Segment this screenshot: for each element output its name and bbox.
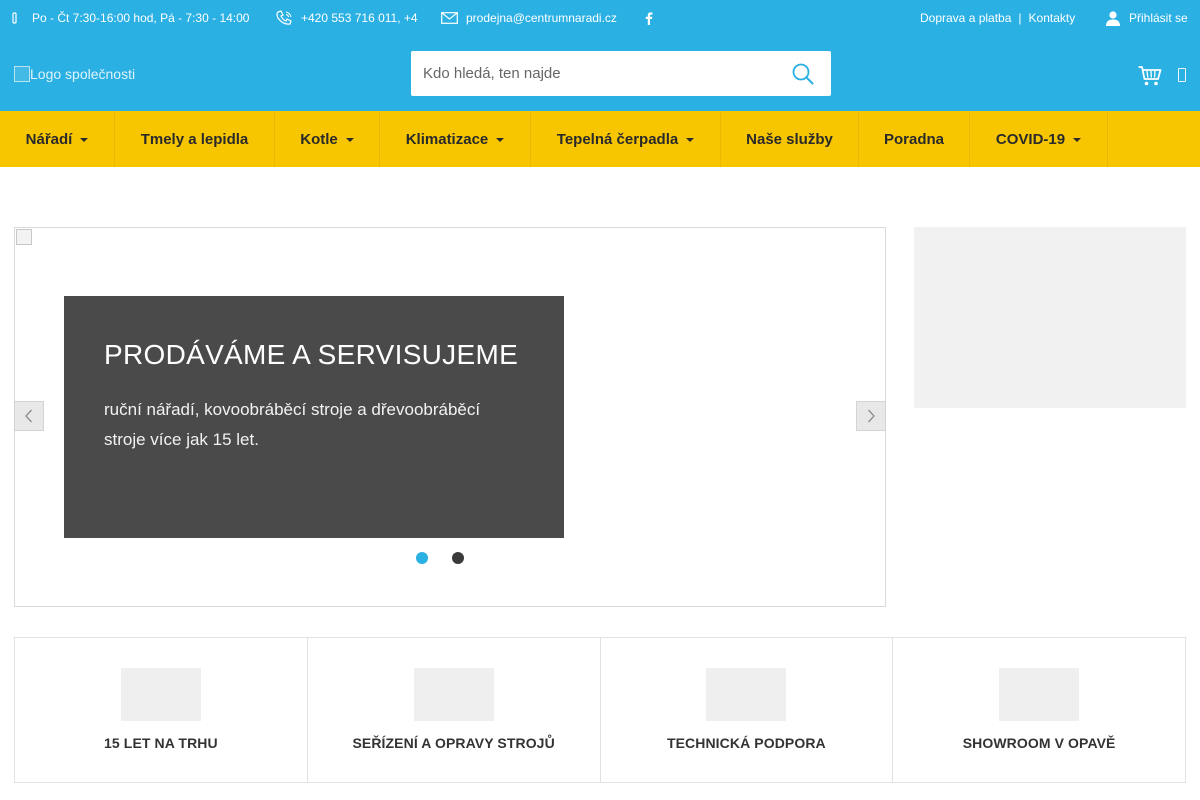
nav-item-covid[interactable]: COVID-19 bbox=[970, 111, 1108, 167]
slider-prev-button[interactable] bbox=[14, 401, 44, 431]
feature-image bbox=[706, 668, 787, 721]
phone-icon bbox=[276, 10, 292, 25]
side-banner[interactable] bbox=[914, 227, 1186, 408]
top-links-separator: | bbox=[1018, 11, 1022, 25]
main-navigation: Nářadí Tmely a lepidla Kotle Klimatizace… bbox=[0, 111, 1200, 167]
top-links: Doprava a platba | Kontakty bbox=[920, 0, 1075, 36]
login-link[interactable]: Přihlásit se bbox=[1105, 0, 1188, 36]
nav-item-label[interactable]: Tepelná čerpadla bbox=[557, 131, 678, 148]
search-icon[interactable] bbox=[791, 62, 815, 86]
header: Logo společnosti bbox=[0, 36, 1200, 111]
broken-image-icon bbox=[16, 229, 32, 245]
nav-item-label[interactable]: Tmely a lepidla bbox=[141, 131, 249, 148]
user-icon bbox=[1106, 11, 1120, 26]
slider-dot-2[interactable] bbox=[452, 552, 464, 564]
cart-icon[interactable] bbox=[1138, 65, 1162, 87]
nav-item-label[interactable]: Poradna bbox=[884, 131, 944, 148]
nav-item-label[interactable]: Klimatizace bbox=[406, 131, 489, 148]
slider-dot-1[interactable] bbox=[416, 552, 428, 564]
slider-dots bbox=[416, 552, 464, 564]
features-strip: 15 let na trhu Seřízení a opravy strojů … bbox=[14, 637, 1186, 783]
slider-next-button[interactable] bbox=[856, 401, 886, 431]
nav-item-label[interactable]: Naše služby bbox=[746, 131, 833, 148]
nav-item-label[interactable]: Kotle bbox=[300, 131, 338, 148]
nav-item-nase-sluzby[interactable]: Naše služby bbox=[721, 111, 859, 167]
chevron-down-icon bbox=[80, 138, 89, 142]
slide-caption: PRODÁVÁME A SERVISUJEME ruční nářadí, ko… bbox=[64, 296, 564, 538]
chevron-down-icon bbox=[1073, 138, 1082, 142]
search-box bbox=[411, 51, 831, 96]
nav-item-poradna[interactable]: Poradna bbox=[859, 111, 970, 167]
nav-item-tmely[interactable]: Tmely a lepidla bbox=[115, 111, 275, 167]
top-bar: Po - Čt 7:30-16:00 hod, Pá - 7:30 - 14:0… bbox=[0, 0, 1200, 36]
feature-item: Technická podpora bbox=[601, 638, 894, 782]
facebook-link[interactable] bbox=[645, 0, 653, 36]
chevron-down-icon bbox=[686, 138, 695, 142]
nav-item-klimatizace[interactable]: Klimatizace bbox=[380, 111, 531, 167]
chevron-right-icon bbox=[868, 409, 875, 423]
search-input[interactable] bbox=[411, 52, 751, 95]
slide-text: ruční nářadí, kovoobráběcí stroje a dřev… bbox=[104, 400, 481, 449]
feature-item: Showroom v Opavě bbox=[893, 638, 1185, 782]
chevron-down-icon bbox=[345, 138, 354, 142]
feature-image bbox=[999, 668, 1080, 721]
nav-item-tepelna-cerpadla[interactable]: Tepelná čerpadla bbox=[531, 111, 721, 167]
feature-label: Seřízení a opravy strojů bbox=[352, 735, 555, 751]
feature-label: Showroom v Opavě bbox=[962, 735, 1116, 751]
contacts-link[interactable]: Kontakty bbox=[1029, 11, 1076, 25]
login-label[interactable]: Přihlásit se bbox=[1129, 11, 1188, 25]
clock-icon bbox=[12, 12, 17, 24]
facebook-icon[interactable] bbox=[645, 11, 653, 25]
chevron-left-icon bbox=[25, 409, 32, 423]
nav-item-naradi[interactable]: Nářadí bbox=[0, 111, 115, 167]
broken-image-icon bbox=[14, 66, 30, 82]
feature-image bbox=[413, 668, 494, 721]
phone-text[interactable]: +420 553 716 011, +4 bbox=[301, 11, 418, 25]
logo-alt-text[interactable]: Logo společnosti bbox=[30, 66, 135, 82]
slide-title: PRODÁVÁME A SERVISUJEME bbox=[104, 339, 519, 370]
nav-item-label[interactable]: COVID-19 bbox=[996, 131, 1065, 148]
nav-item-label[interactable]: Nářadí bbox=[26, 131, 73, 148]
email-contact[interactable]: prodejna@centrumnaradi.cz bbox=[441, 0, 617, 36]
chevron-down-icon bbox=[496, 138, 505, 142]
opening-hours: Po - Čt 7:30-16:00 hod, Pá - 7:30 - 14:0… bbox=[12, 0, 249, 36]
nav-item-kotle[interactable]: Kotle bbox=[275, 111, 380, 167]
shipping-link[interactable]: Doprava a platba bbox=[920, 11, 1011, 25]
feature-item: Seřízení a opravy strojů bbox=[308, 638, 601, 782]
company-logo[interactable]: Logo společnosti bbox=[14, 64, 135, 84]
hero-slider: PRODÁVÁME A SERVISUJEME ruční nářadí, ko… bbox=[14, 227, 886, 607]
menu-icon[interactable] bbox=[1178, 68, 1186, 82]
mail-icon bbox=[441, 12, 458, 24]
feature-label: Technická podpora bbox=[666, 735, 826, 751]
email-text[interactable]: prodejna@centrumnaradi.cz bbox=[466, 11, 617, 25]
opening-hours-text: Po - Čt 7:30-16:00 hod, Pá - 7:30 - 14:0… bbox=[32, 11, 250, 25]
feature-item: 15 let na trhu bbox=[15, 638, 308, 782]
phone-contact[interactable]: +420 553 716 011, +4 bbox=[275, 0, 418, 36]
feature-label: 15 let na trhu bbox=[104, 735, 218, 751]
feature-image bbox=[120, 668, 201, 721]
